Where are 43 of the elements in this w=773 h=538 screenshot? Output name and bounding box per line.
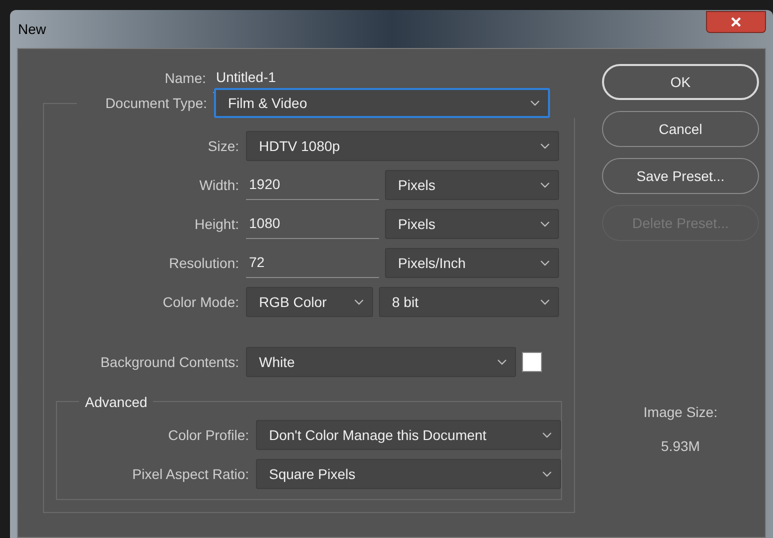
dropdown[interactable]: HDTV 1080p — [246, 131, 559, 161]
dialog-button[interactable]: OK — [602, 64, 759, 100]
field-label: Pixel Aspect Ratio: — [131, 464, 250, 484]
window-title: New — [17, 20, 46, 38]
caret-icon — [542, 471, 552, 477]
field-label: Name: — [164, 68, 207, 88]
dropdown[interactable]: RGB Color — [246, 287, 373, 317]
dropdown[interactable]: Square Pixels — [256, 459, 561, 489]
caret-icon — [540, 182, 550, 188]
group-title: Advanced — [79, 394, 154, 410]
caret-icon — [540, 221, 550, 227]
text-field[interactable]: 1920 — [246, 170, 379, 200]
caret-icon — [542, 432, 552, 438]
field-label: Height: — [194, 214, 240, 234]
close-icon — [731, 17, 741, 27]
unit-dropdown[interactable]: Pixels/Inch — [385, 248, 559, 278]
field-label: Document Type: — [104, 94, 208, 113]
field-label: Color Mode: — [162, 292, 240, 312]
image-size-value: 5.93M — [661, 437, 700, 456]
caret-icon — [497, 359, 507, 365]
field-label: Size: — [206, 136, 240, 156]
caret-icon — [540, 260, 550, 266]
caret-icon — [530, 100, 540, 106]
dropdown[interactable]: 8 bit — [379, 287, 559, 317]
caret-icon — [540, 299, 550, 305]
dialog-button[interactable]: Save Preset... — [602, 158, 759, 194]
unit-dropdown[interactable]: Pixels — [385, 209, 559, 239]
field-label: Width: — [198, 176, 240, 194]
field-label: Color Profile: — [167, 426, 250, 444]
dialog-button[interactable]: Cancel — [602, 111, 759, 147]
field-label: Resolution: — [168, 254, 240, 272]
text-field[interactable]: 72 — [246, 248, 379, 278]
caret-icon — [354, 299, 364, 305]
dropdown[interactable]: White — [246, 347, 516, 377]
caret-icon — [540, 143, 550, 149]
text-field[interactable]: 1080 — [246, 209, 379, 239]
dropdown[interactable]: Don't Color Manage this Document — [256, 420, 561, 450]
unit-dropdown[interactable]: Pixels — [385, 170, 559, 200]
color-swatch[interactable] — [522, 352, 542, 372]
field-label: Background Contents: — [99, 352, 240, 372]
close-button[interactable] — [706, 11, 766, 33]
document-type-dropdown[interactable]: Film & Video — [214, 88, 550, 118]
image-size-label: Image Size: — [644, 403, 718, 422]
